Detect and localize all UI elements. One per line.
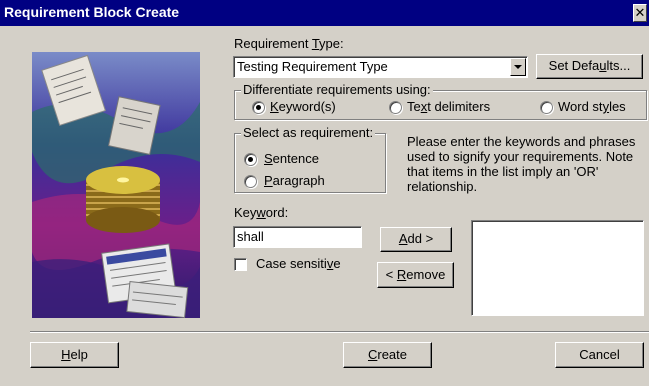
instructions-line-1: Please enter the keywords and phrases (407, 134, 636, 149)
keyword-input[interactable]: shall (233, 226, 362, 248)
radio-word-styles-label[interactable]: Word styles (558, 99, 626, 114)
close-icon: ✕ (634, 5, 646, 20)
set-defaults-button[interactable]: Set Defaults... (536, 54, 643, 79)
requirement-type-dropdown[interactable]: Testing Requirement Type (233, 56, 528, 78)
add-button[interactable]: Add > (380, 227, 452, 252)
illustration-image (32, 52, 200, 318)
remove-button[interactable]: < Remove (377, 262, 454, 288)
radio-word-styles[interactable] (540, 101, 553, 114)
radio-keywords[interactable] (252, 101, 265, 114)
radio-sentence-label[interactable]: Sentence (264, 151, 319, 166)
instructions-line-3: that items in the list imply an 'OR' (407, 164, 599, 179)
requirement-type-value: Testing Requirement Type (237, 59, 388, 74)
close-button[interactable]: ✕ (633, 4, 647, 22)
case-sensitive-label[interactable]: Case sensitive (256, 256, 341, 271)
keyword-input-value: shall (237, 229, 264, 244)
radio-paragraph-label[interactable]: Paragraph (264, 173, 325, 188)
radio-text-delimiters[interactable] (389, 101, 402, 114)
requirement-type-label: Requirement Type: (234, 36, 344, 51)
select-requirement-group-label: Select as requirement: (241, 125, 376, 140)
help-button[interactable]: Help (30, 342, 119, 368)
radio-text-delimiters-label[interactable]: Text delimiters (407, 99, 490, 114)
differentiate-group-label: Differentiate requirements using: (241, 82, 433, 97)
radio-keywords-label[interactable]: Keyword(s) (270, 99, 336, 114)
footer-separator (30, 331, 649, 333)
documents-and-disks-illustration (32, 52, 200, 318)
create-button[interactable]: Create (343, 342, 432, 368)
instructions-line-2: used to signify your requirements. Note (407, 149, 634, 164)
keyword-label: Keyword: (234, 205, 289, 220)
instructions-text: Please enter the keywords and phrases us… (407, 134, 635, 194)
title-bar: Requirement Block Create ✕ (0, 0, 649, 26)
radio-sentence[interactable] (244, 153, 257, 166)
case-sensitive-checkbox[interactable] (234, 258, 247, 271)
radio-paragraph[interactable] (244, 175, 257, 188)
window-title: Requirement Block Create (4, 4, 180, 20)
cancel-button[interactable]: Cancel (555, 342, 644, 368)
instructions-line-4: relationship. (407, 179, 478, 194)
chevron-down-icon[interactable] (510, 58, 526, 76)
keyword-list[interactable] (471, 220, 644, 316)
